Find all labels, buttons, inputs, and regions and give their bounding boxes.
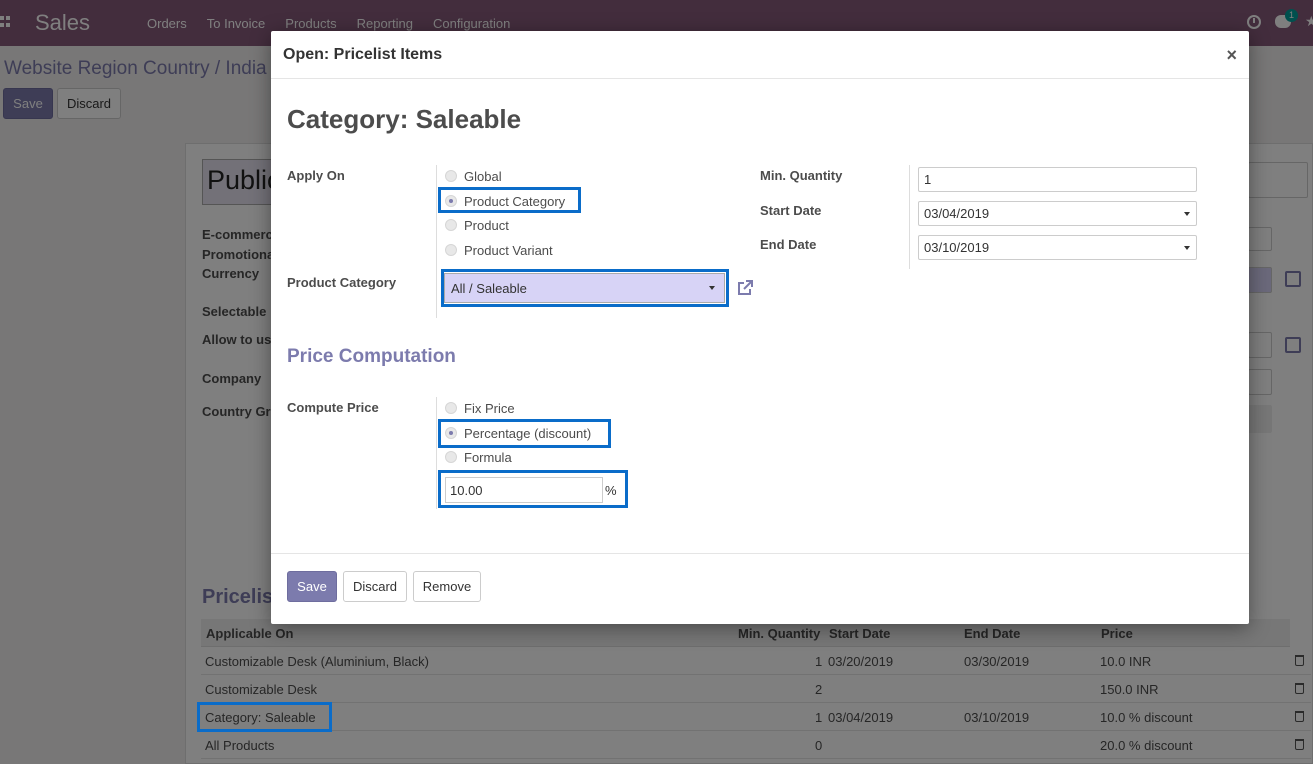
field-separator (436, 165, 437, 318)
radio-dot[interactable] (445, 402, 457, 414)
compute-price-label: Compute Price (287, 400, 379, 415)
highlight-percentage (438, 419, 611, 448)
min-quantity-input[interactable]: 1 (918, 167, 1197, 192)
apply-on-label: Apply On (287, 168, 345, 183)
radio-label: Formula (464, 449, 512, 465)
radio-global[interactable]: Global (445, 166, 502, 186)
radio-label: Product Variant (464, 242, 553, 258)
external-link-icon[interactable] (736, 279, 754, 297)
highlight-percentage-input (438, 470, 628, 508)
dialog-title: Open: Pricelist Items (283, 46, 443, 63)
radio-label: Global (464, 168, 502, 184)
price-computation-title: Price Computation (287, 346, 456, 367)
highlight-table-row (197, 702, 332, 732)
radio-product[interactable]: Product (445, 215, 509, 235)
field-separator (436, 397, 437, 509)
radio-fix-price[interactable]: Fix Price (445, 398, 515, 418)
radio-dot[interactable] (445, 219, 457, 231)
radio-dot[interactable] (445, 244, 457, 256)
end-date-label: End Date (760, 237, 817, 252)
radio-product-variant[interactable]: Product Variant (445, 240, 553, 260)
chevron-down-icon[interactable] (1184, 246, 1190, 250)
dialog-header: Open: Pricelist Items × (271, 31, 1249, 79)
highlight-product-category-select (441, 269, 729, 307)
remove-button[interactable]: Remove (413, 571, 481, 602)
end-date-value: 03/10/2019 (924, 240, 990, 255)
radio-formula[interactable]: Formula (445, 447, 512, 467)
record-title: Category: Saleable (287, 104, 522, 134)
min-quantity-label: Min. Quantity (760, 168, 843, 183)
save-button[interactable]: Save (287, 571, 337, 602)
field-separator (909, 165, 910, 269)
chevron-down-icon[interactable] (1184, 212, 1190, 216)
highlight-product-category (438, 187, 581, 213)
radio-label: Product (464, 217, 509, 233)
close-icon[interactable]: × (1226, 45, 1237, 66)
end-date-input[interactable]: 03/10/2019 (918, 235, 1197, 260)
product-category-label: Product Category (287, 275, 397, 290)
pricelist-item-dialog: Open: Pricelist Items × Category: Saleab… (271, 31, 1249, 624)
radio-dot[interactable] (445, 170, 457, 182)
start-date-label: Start Date (760, 203, 822, 218)
start-date-value: 03/04/2019 (924, 206, 990, 221)
dialog-footer: Save Discard Remove (271, 553, 1249, 624)
min-quantity-value: 1 (924, 172, 932, 187)
radio-dot[interactable] (445, 451, 457, 463)
discard-button[interactable]: Discard (343, 571, 407, 602)
radio-label: Fix Price (464, 400, 515, 416)
start-date-input[interactable]: 03/04/2019 (918, 201, 1197, 226)
